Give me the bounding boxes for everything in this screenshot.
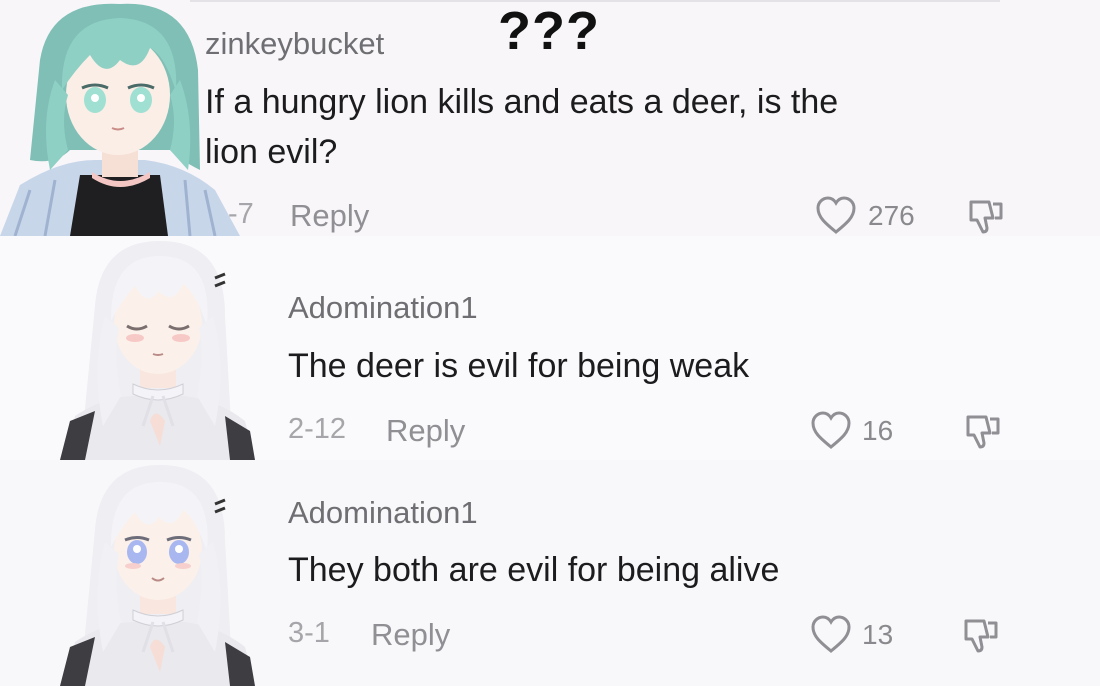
like-count: 16	[862, 415, 894, 446]
reply-button[interactable]: Reply	[386, 413, 465, 449]
reply-button[interactable]: Reply	[371, 617, 450, 653]
avatar-white-hair-eyes-closed	[55, 236, 260, 460]
comment-username[interactable]: Adomination1	[288, 290, 478, 326]
comment-text-line-1: They both are evil for being alive	[288, 551, 780, 589]
question-marks-overlay: ???	[498, 1, 600, 61]
comment-text-line-1: If a hungry lion kills and eats a deer, …	[205, 83, 839, 121]
heart-outline-icon[interactable]	[810, 411, 852, 451]
like-count: 13	[862, 619, 894, 650]
comment-username[interactable]: zinkeybucket	[205, 26, 384, 62]
heart-outline-icon[interactable]	[810, 615, 852, 655]
like-count: 276	[868, 200, 915, 231]
avatar-white-hair-eyes-open	[55, 460, 260, 686]
avatar-teal-hair-character	[0, 0, 240, 236]
comment-text-line-1: The deer is evil for being weak	[288, 347, 750, 385]
comment-date: 2-12	[288, 413, 347, 445]
thumbs-down-outline-icon[interactable]	[962, 411, 1002, 451]
heart-outline-icon[interactable]	[815, 196, 857, 236]
thumbs-down-outline-icon[interactable]	[965, 196, 1005, 236]
comment-username[interactable]: Adomination1	[288, 495, 478, 531]
reply-button[interactable]: Reply	[290, 198, 369, 234]
comment-text-line-2: lion evil?	[205, 133, 338, 171]
thumbs-down-outline-icon[interactable]	[960, 615, 1000, 655]
comment-date: -7	[228, 198, 254, 230]
comment-date: 3-1	[288, 617, 330, 649]
